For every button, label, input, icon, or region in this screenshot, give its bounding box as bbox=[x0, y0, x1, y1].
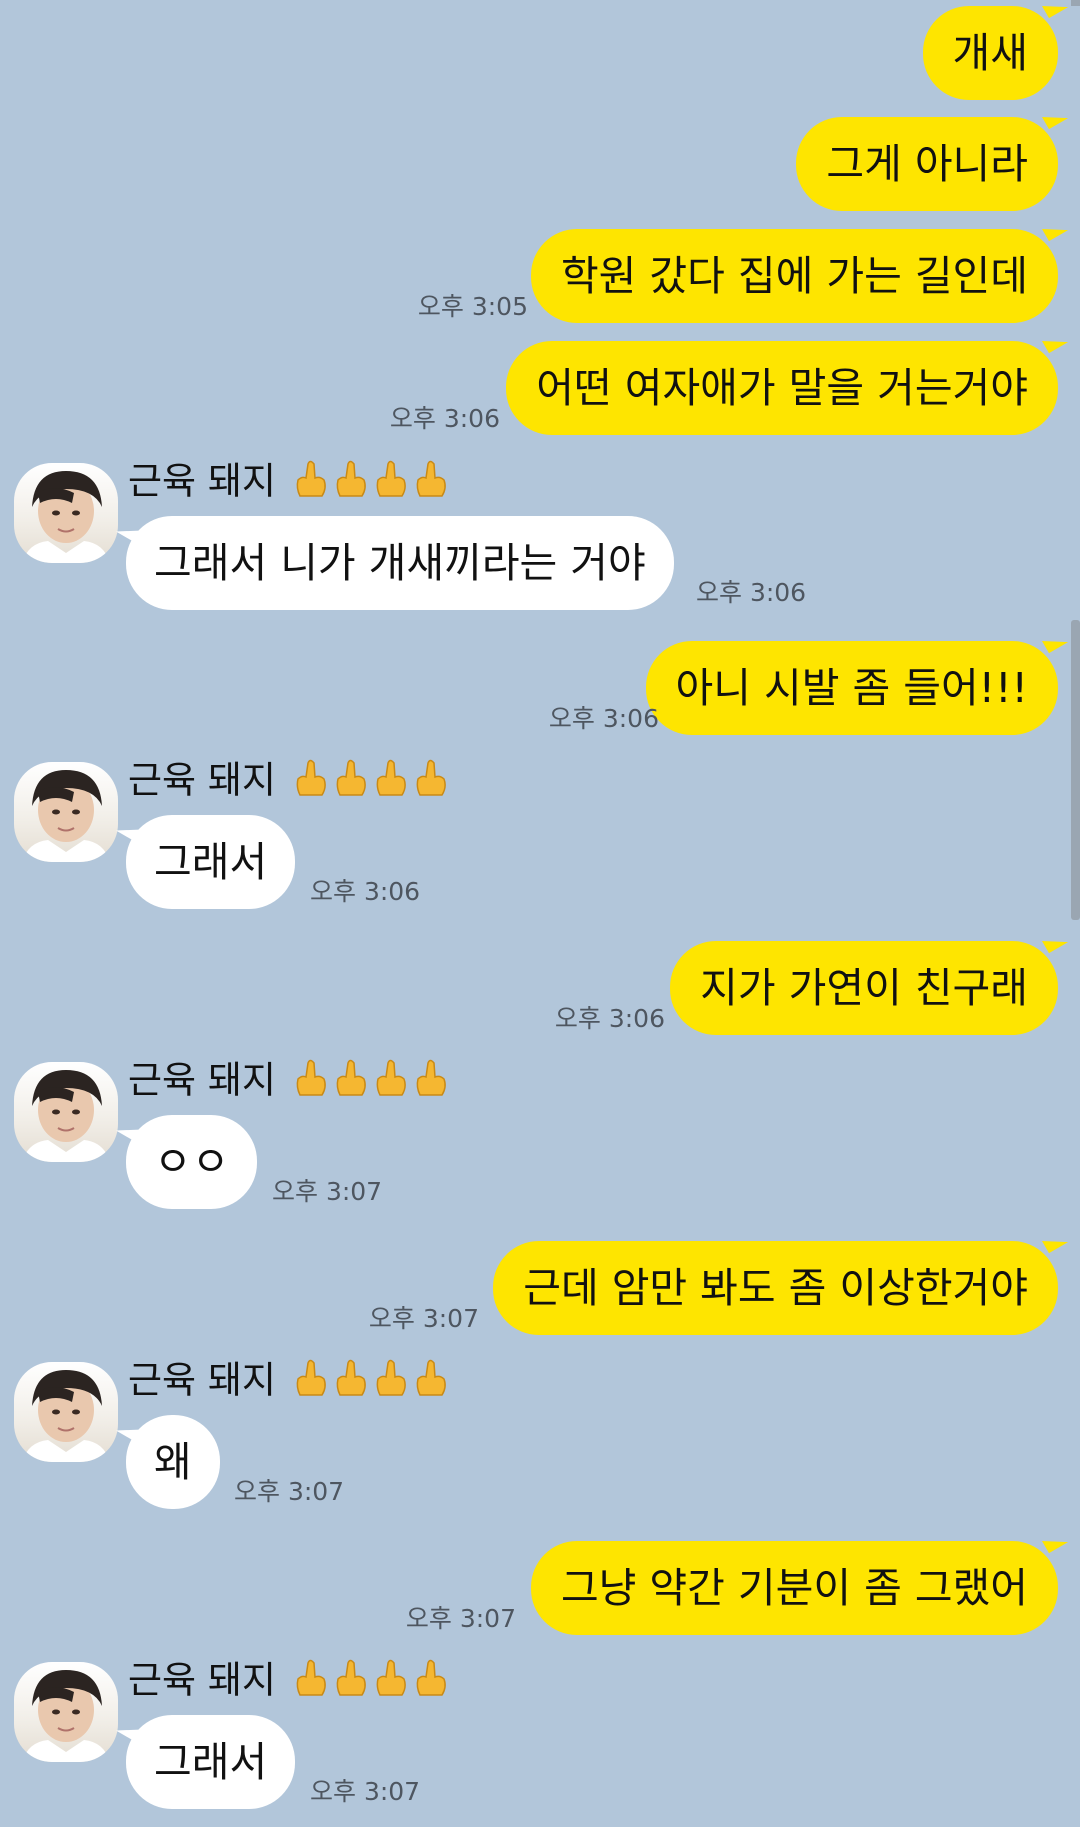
middle-finger-emoji-icon bbox=[294, 1657, 454, 1707]
avatar-photo-icon bbox=[22, 1670, 110, 1762]
scroll-indicator-top bbox=[1071, 0, 1080, 6]
message-timestamp: 오후 3:07 bbox=[310, 1777, 421, 1806]
avatar[interactable] bbox=[14, 1062, 118, 1162]
sender-name: 근육 돼지 bbox=[128, 458, 454, 508]
avatar[interactable] bbox=[14, 762, 118, 862]
avatar[interactable] bbox=[14, 1662, 118, 1762]
message-bubble-received[interactable]: 왜 bbox=[126, 1415, 220, 1509]
message-bubble-received[interactable]: 그래서 bbox=[126, 815, 296, 909]
message-bubble-sent[interactable]: 그냥 약간 기분이 좀 그랬어 bbox=[530, 1541, 1058, 1635]
avatar-photo-icon bbox=[22, 1370, 110, 1462]
chat-area[interactable]: 개새 그게 아니라 학원 갔다 집에 가는 길인데 오후 3:05 어떤 여자애… bbox=[0, 0, 1080, 1827]
sender-name-text: 근육 돼지 bbox=[128, 758, 276, 802]
sender-name-text: 근육 돼지 bbox=[128, 1658, 276, 1702]
avatar[interactable] bbox=[14, 1362, 118, 1462]
avatar-photo-icon bbox=[22, 770, 110, 862]
message-timestamp: 오후 3:06 bbox=[389, 404, 500, 433]
avatar[interactable] bbox=[14, 463, 118, 563]
message-bubble-received[interactable]: ㅇㅇ bbox=[126, 1115, 258, 1209]
avatar-photo-icon bbox=[22, 471, 110, 563]
message-timestamp: 오후 3:07 bbox=[272, 1177, 383, 1206]
message-bubble-sent[interactable]: 학원 갔다 집에 가는 길인데 bbox=[530, 229, 1058, 323]
message-bubble-received[interactable]: 그래서 니가 개새끼라는 거야 bbox=[126, 516, 674, 610]
message-bubble-sent[interactable]: 그게 아니라 bbox=[796, 117, 1058, 211]
message-timestamp: 오후 3:07 bbox=[234, 1477, 345, 1506]
message-bubble-received[interactable]: 그래서 bbox=[126, 1715, 296, 1809]
message-bubble-sent[interactable]: 어떤 여자애가 말을 거는거야 bbox=[506, 341, 1058, 435]
avatar-photo-icon bbox=[22, 1070, 110, 1162]
message-bubble-sent[interactable]: 개새 bbox=[922, 6, 1058, 100]
sender-name-text: 근육 돼지 bbox=[128, 1358, 276, 1402]
message-timestamp: 오후 3:07 bbox=[405, 1604, 516, 1633]
scrollbar[interactable] bbox=[1071, 620, 1080, 920]
middle-finger-emoji-icon bbox=[294, 1357, 454, 1407]
message-timestamp: 오후 3:06 bbox=[696, 578, 807, 607]
middle-finger-emoji-icon bbox=[294, 1057, 454, 1107]
message-timestamp: 오후 3:05 bbox=[417, 292, 528, 321]
message-bubble-sent[interactable]: 아니 시발 좀 들어!!! bbox=[645, 641, 1058, 735]
middle-finger-emoji-icon bbox=[294, 757, 454, 807]
sender-name: 근육 돼지 bbox=[128, 1657, 454, 1707]
message-timestamp: 오후 3:06 bbox=[310, 877, 421, 906]
sender-name-text: 근육 돼지 bbox=[128, 1058, 276, 1102]
sender-name: 근육 돼지 bbox=[128, 757, 454, 807]
sender-name: 근육 돼지 bbox=[128, 1057, 454, 1107]
sender-name-text: 근육 돼지 bbox=[128, 459, 276, 503]
message-bubble-sent[interactable]: 지가 가연이 친구래 bbox=[670, 941, 1058, 1035]
middle-finger-emoji-icon bbox=[294, 458, 454, 508]
message-timestamp: 오후 3:06 bbox=[554, 1004, 665, 1033]
message-timestamp: 오후 3:07 bbox=[368, 1304, 479, 1333]
message-bubble-sent[interactable]: 근데 암만 봐도 좀 이상한거야 bbox=[493, 1241, 1058, 1335]
message-timestamp: 오후 3:06 bbox=[548, 704, 659, 733]
sender-name: 근육 돼지 bbox=[128, 1357, 454, 1407]
